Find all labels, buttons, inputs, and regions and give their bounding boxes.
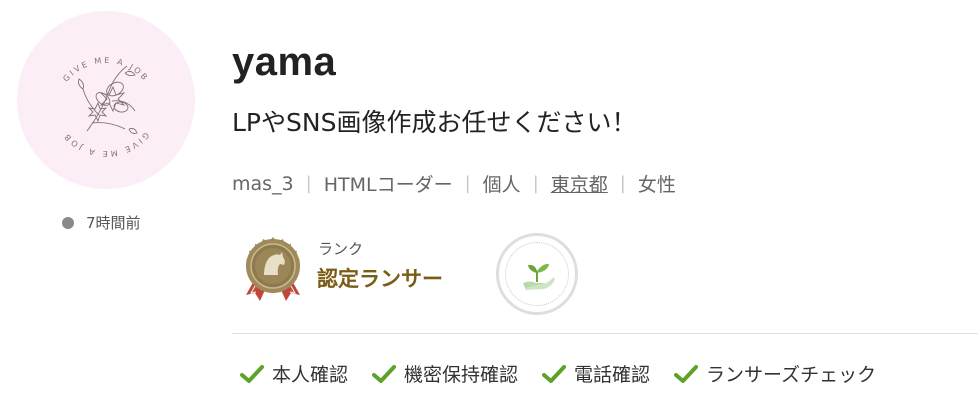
verification-item: 本人確認 — [240, 360, 348, 387]
verification-label: ランサーズチェック — [706, 364, 877, 386]
check-icon — [372, 364, 397, 383]
job-title: HTMLコーダー — [323, 174, 453, 196]
meta-separator: | — [532, 173, 539, 194]
account-type: 個人 — [482, 174, 521, 196]
meta-separator: | — [464, 173, 471, 194]
gender: 女性 — [637, 174, 676, 196]
avatar[interactable]: GIVE ME A JOB GIVE ME A JOB — [17, 11, 195, 189]
meta-separator: | — [619, 173, 626, 194]
rank-medal-icon[interactable] — [242, 237, 304, 303]
check-icon — [240, 364, 264, 383]
verification-label: 本人確認 — [272, 364, 349, 386]
verification-list: 本人確認 機密保持確認 電話確認 ランサーズチェック — [240, 360, 876, 387]
rank-value[interactable]: 認定ランサー — [317, 263, 443, 293]
verification-label: 機密保持確認 — [404, 364, 519, 386]
avatar-logo-image: GIVE ME A JOB GIVE ME A JOB — [17, 11, 195, 189]
verification-item: ランサーズチェック — [674, 360, 876, 387]
location-link[interactable]: 東京都 — [551, 170, 608, 197]
status-dot-icon — [62, 216, 74, 229]
check-icon — [674, 364, 699, 383]
verification-item: 機密保持確認 — [372, 360, 518, 387]
profile-meta: mas_3 | HTMLコーダー | 個人 | 東京都 | 女性 — [232, 170, 676, 197]
user-id: mas_3 — [232, 172, 294, 195]
last-active-time: 7時間前 — [86, 214, 141, 232]
rank-label: ランク — [318, 240, 364, 258]
meta-separator: | — [305, 173, 312, 194]
verification-label: 電話確認 — [574, 364, 651, 386]
section-divider — [232, 333, 978, 334]
check-icon — [542, 364, 567, 383]
online-status: 7時間前 — [62, 212, 141, 233]
username: yama — [232, 40, 337, 84]
verification-item: 電話確認 — [542, 360, 650, 387]
profile-tagline: LPやSNS画像作成お任せください！ — [232, 108, 637, 137]
sprout-hand-icon — [523, 263, 555, 290]
beginner-badge[interactable] — [496, 233, 578, 315]
